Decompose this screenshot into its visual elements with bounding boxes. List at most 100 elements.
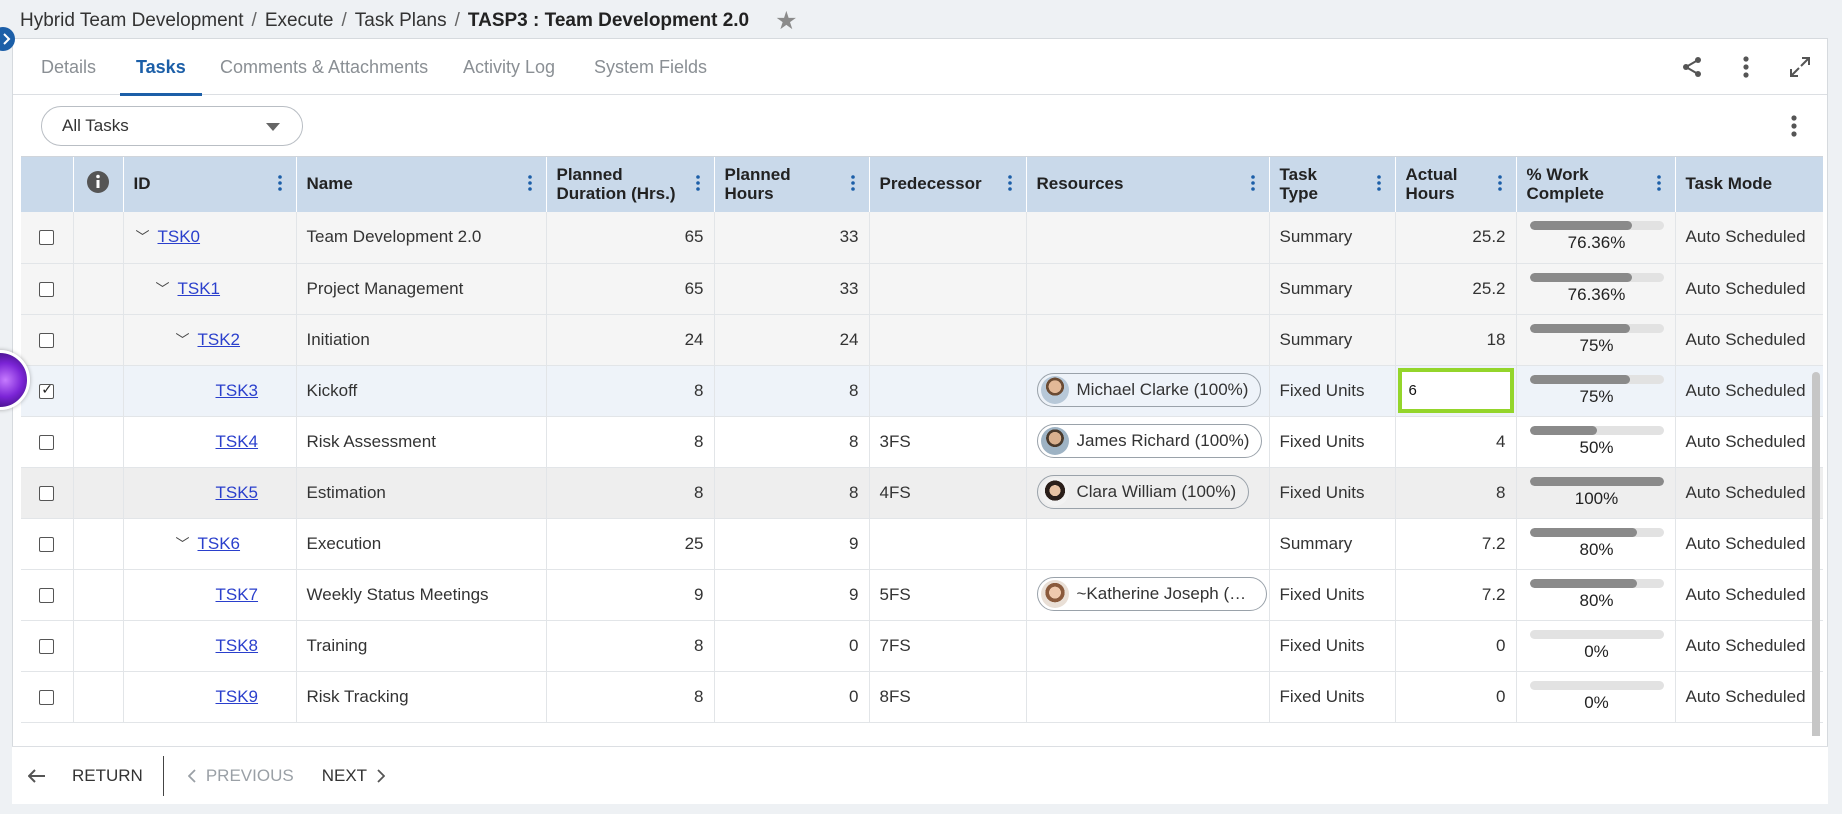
- resources-cell[interactable]: Clara William (100%): [1026, 467, 1270, 519]
- task-id-link[interactable]: TSK7: [216, 585, 259, 604]
- planned-duration-cell[interactable]: 24: [546, 314, 715, 366]
- column-header-name[interactable]: Name: [296, 157, 547, 212]
- actual-hours-input[interactable]: 6: [1397, 368, 1514, 413]
- row-checkbox[interactable]: [39, 587, 55, 603]
- breadcrumb-item[interactable]: Hybrid Team Development: [20, 10, 244, 32]
- row-select-cell[interactable]: [21, 314, 74, 366]
- row-select-cell[interactable]: [21, 518, 74, 570]
- name-cell[interactable]: Initiation: [296, 314, 547, 366]
- task-type-cell[interactable]: Fixed Units: [1269, 671, 1396, 723]
- row-checkbox[interactable]: [39, 332, 55, 348]
- task-id-link[interactable]: TSK0: [158, 227, 201, 246]
- planned-hours-cell[interactable]: 33: [714, 212, 870, 264]
- table-row[interactable]: ﹀ TSK1 Project Management 65 33 Summary 2…: [21, 263, 1823, 315]
- column-menu-icon[interactable]: [527, 175, 532, 196]
- vertical-scrollbar[interactable]: [1812, 372, 1820, 736]
- actual-hours-cell[interactable]: 0: [1395, 620, 1517, 672]
- column-menu-icon[interactable]: [1497, 175, 1502, 196]
- row-checkbox[interactable]: [39, 638, 55, 654]
- task-id-link[interactable]: TSK2: [198, 330, 241, 349]
- table-row[interactable]: TSK9 Risk Tracking 8 0 8FS Fixed Units 0…: [21, 671, 1823, 723]
- name-cell[interactable]: Team Development 2.0: [296, 212, 547, 264]
- column-header-planned-hours[interactable]: Planned Hours: [714, 157, 870, 212]
- planned-duration-cell[interactable]: 8: [546, 620, 715, 672]
- task-mode-cell[interactable]: Auto Scheduled: [1675, 569, 1823, 621]
- task-id-link[interactable]: TSK6: [198, 534, 241, 553]
- column-menu-icon[interactable]: [1250, 175, 1255, 196]
- planned-hours-cell[interactable]: 33: [714, 263, 870, 315]
- task-mode-cell[interactable]: Auto Scheduled: [1675, 518, 1823, 570]
- tab-system-fields[interactable]: System Fields: [594, 39, 707, 95]
- predecessor-cell[interactable]: 7FS: [869, 620, 1027, 672]
- column-header-predecessor[interactable]: Predecessor: [869, 157, 1027, 212]
- planned-hours-cell[interactable]: 8: [714, 365, 870, 417]
- task-mode-cell[interactable]: Auto Scheduled: [1675, 467, 1823, 519]
- task-mode-cell[interactable]: Auto Scheduled: [1675, 263, 1823, 315]
- column-menu-icon[interactable]: [850, 175, 855, 196]
- resources-cell[interactable]: ~Katherine Joseph (1…: [1026, 569, 1270, 621]
- task-id-link[interactable]: TSK1: [178, 279, 221, 298]
- resources-cell[interactable]: [1026, 263, 1270, 315]
- table-row[interactable]: TSK7 Weekly Status Meetings 9 9 5FS ~Kat…: [21, 569, 1823, 621]
- name-cell[interactable]: Weekly Status Meetings: [296, 569, 547, 621]
- return-button[interactable]: RETURN: [28, 766, 143, 786]
- resources-cell[interactable]: James Richard (100%): [1026, 416, 1270, 468]
- predecessor-cell[interactable]: [869, 263, 1027, 315]
- planned-hours-cell[interactable]: 0: [714, 620, 870, 672]
- planned-duration-cell[interactable]: 65: [546, 263, 715, 315]
- task-id-link[interactable]: TSK5: [216, 483, 259, 502]
- column-menu-icon[interactable]: [695, 175, 700, 196]
- share-icon[interactable]: [1677, 52, 1707, 82]
- tab-tasks[interactable]: Tasks: [120, 39, 202, 96]
- table-row[interactable]: ﹀ TSK2 Initiation 24 24 Summary 18 75% Au…: [21, 314, 1823, 366]
- row-select-cell[interactable]: [21, 671, 74, 723]
- actual-hours-cell[interactable]: 8: [1395, 467, 1517, 519]
- resource-chip[interactable]: James Richard (100%): [1036, 423, 1263, 458]
- previous-button[interactable]: PREVIOUS: [187, 766, 294, 786]
- task-mode-cell[interactable]: Auto Scheduled: [1675, 620, 1823, 672]
- planned-duration-cell[interactable]: 8: [546, 467, 715, 519]
- task-type-cell[interactable]: Fixed Units: [1269, 467, 1396, 519]
- resources-cell[interactable]: [1026, 212, 1270, 264]
- actual-hours-cell[interactable]: 7.2: [1395, 569, 1517, 621]
- predecessor-cell[interactable]: [869, 314, 1027, 366]
- table-row[interactable]: ﹀ TSK0 Team Development 2.0 65 33 Summary…: [21, 212, 1823, 264]
- table-row[interactable]: TSK4 Risk Assessment 8 8 3FS James Richa…: [21, 416, 1823, 468]
- planned-duration-cell[interactable]: 25: [546, 518, 715, 570]
- task-mode-cell[interactable]: Auto Scheduled: [1675, 416, 1823, 468]
- tab-activity-log[interactable]: Activity Log: [463, 39, 555, 95]
- name-cell[interactable]: Risk Tracking: [296, 671, 547, 723]
- info-icon[interactable]: [86, 170, 110, 194]
- task-type-cell[interactable]: Fixed Units: [1269, 620, 1396, 672]
- collapse-chevron-icon[interactable]: ﹀: [156, 279, 170, 299]
- row-select-cell[interactable]: [21, 569, 74, 621]
- actual-hours-cell[interactable]: 7.2: [1395, 518, 1517, 570]
- actual-hours-cell[interactable]: 18: [1395, 314, 1517, 366]
- column-header-resources[interactable]: Resources: [1026, 157, 1270, 212]
- task-mode-cell[interactable]: Auto Scheduled: [1675, 314, 1823, 366]
- breadcrumb-item[interactable]: Execute: [265, 10, 334, 32]
- row-checkbox[interactable]: [39, 689, 55, 705]
- column-menu-icon[interactable]: [1376, 175, 1381, 196]
- task-type-cell[interactable]: Fixed Units: [1269, 569, 1396, 621]
- predecessor-cell[interactable]: 8FS: [869, 671, 1027, 723]
- planned-hours-cell[interactable]: 8: [714, 467, 870, 519]
- task-type-cell[interactable]: Fixed Units: [1269, 416, 1396, 468]
- task-id-link[interactable]: TSK9: [216, 687, 259, 706]
- predecessor-cell[interactable]: [869, 518, 1027, 570]
- column-menu-icon[interactable]: [1656, 175, 1661, 196]
- next-button[interactable]: NEXT: [322, 766, 386, 786]
- task-type-cell[interactable]: Summary: [1269, 263, 1396, 315]
- breadcrumb-item[interactable]: Task Plans: [355, 10, 447, 32]
- resources-cell[interactable]: [1026, 518, 1270, 570]
- planned-hours-cell[interactable]: 9: [714, 569, 870, 621]
- name-cell[interactable]: Estimation: [296, 467, 547, 519]
- planned-duration-cell[interactable]: 8: [546, 671, 715, 723]
- resources-cell[interactable]: [1026, 314, 1270, 366]
- row-checkbox[interactable]: [39, 485, 55, 501]
- more-options-icon[interactable]: [1731, 52, 1761, 82]
- planned-duration-cell[interactable]: 8: [546, 365, 715, 417]
- column-header-work-complete[interactable]: % Work Complete: [1516, 157, 1676, 212]
- column-header-task-mode[interactable]: Task Mode: [1675, 157, 1823, 212]
- planned-hours-cell[interactable]: 8: [714, 416, 870, 468]
